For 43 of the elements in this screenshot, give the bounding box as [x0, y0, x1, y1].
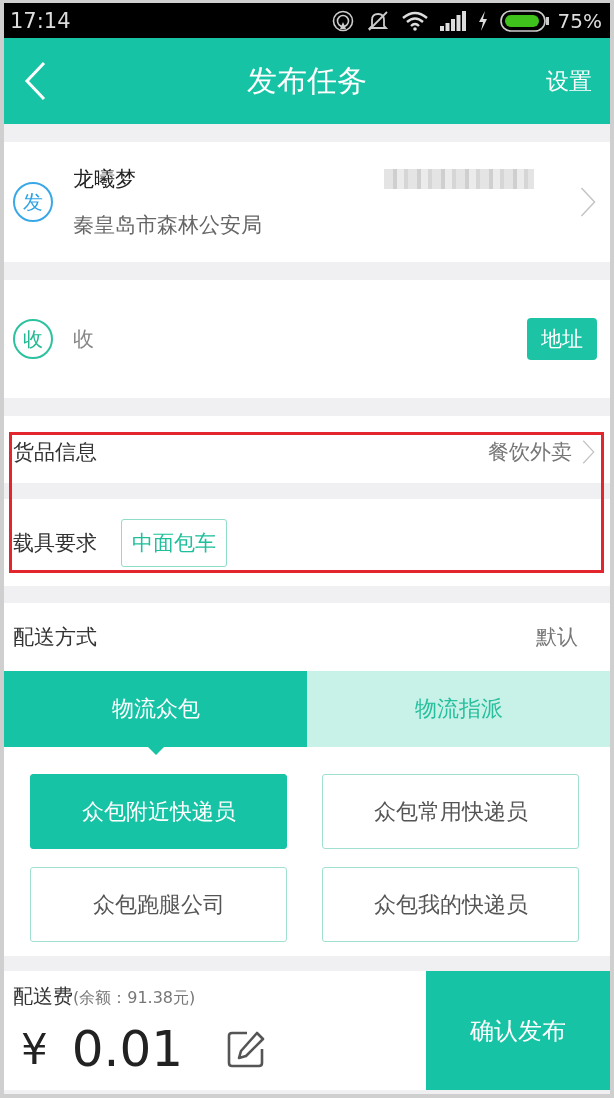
goods-info-label: 货品信息: [13, 438, 97, 466]
chevron-right-icon: [582, 439, 595, 464]
confirm-publish-button[interactable]: 确认发布: [426, 971, 610, 1090]
sender-name: 龙曦梦: [73, 166, 136, 193]
edit-button[interactable]: [227, 1030, 266, 1068]
tab-pointer-icon: [147, 747, 164, 755]
battery-icon: [499, 9, 550, 32]
back-icon: [24, 61, 46, 101]
status-time: 17:14: [10, 8, 71, 33]
delivery-fee-label: 配送费: [13, 983, 73, 1010]
signal-icon: [439, 10, 466, 31]
fee-amount: 0.01: [71, 1020, 184, 1078]
address-button[interactable]: 地址: [527, 318, 597, 360]
receiver-badge: 收: [13, 319, 53, 359]
delivery-tab[interactable]: 物流指派: [307, 671, 610, 747]
sender-address: 秦皇岛市森林公安局: [73, 212, 263, 239]
charging-bolt-icon: [477, 10, 488, 31]
delivery-option-button[interactable]: 众包常用快递员: [322, 774, 579, 849]
chevron-right-icon: [580, 187, 596, 217]
delivery-method-row[interactable]: 配送方式 默认: [4, 603, 610, 671]
edit-icon: [227, 1030, 266, 1068]
delivery-option-button[interactable]: 众包附近快递员: [30, 774, 287, 849]
delivery-option-button[interactable]: 众包我的快递员: [322, 867, 579, 942]
vehicle-label: 载具要求: [13, 529, 97, 557]
currency-symbol: ¥: [21, 1024, 48, 1074]
balance-text: (余额：91.38元): [73, 988, 196, 1009]
page-title: 发布任务: [247, 61, 367, 100]
goods-info-value: 餐饮外卖: [488, 438, 572, 466]
battery-percentage: 75%: [557, 8, 602, 33]
hotspot-icon: [331, 9, 354, 32]
muted-bell-icon: [365, 9, 390, 32]
delivery-method-value: 默认: [536, 624, 578, 651]
sender-badge: 发: [13, 182, 53, 222]
settings-button[interactable]: 设置: [546, 65, 592, 97]
delivery-tab[interactable]: 物流众包: [4, 671, 307, 747]
goods-info-row[interactable]: 货品信息 餐饮外卖: [4, 416, 610, 483]
wifi-icon: [401, 10, 428, 31]
sender-card[interactable]: 发 龙曦梦 秦皇岛市森林公安局: [4, 142, 610, 262]
vehicle-tag[interactable]: 中面包车: [121, 518, 227, 567]
delivery-method-label: 配送方式: [13, 624, 97, 651]
receiver-text: 收: [73, 326, 95, 353]
delivery-option-button[interactable]: 众包跑腿公司: [30, 867, 287, 942]
receiver-card[interactable]: 收 收 地址: [4, 280, 610, 398]
